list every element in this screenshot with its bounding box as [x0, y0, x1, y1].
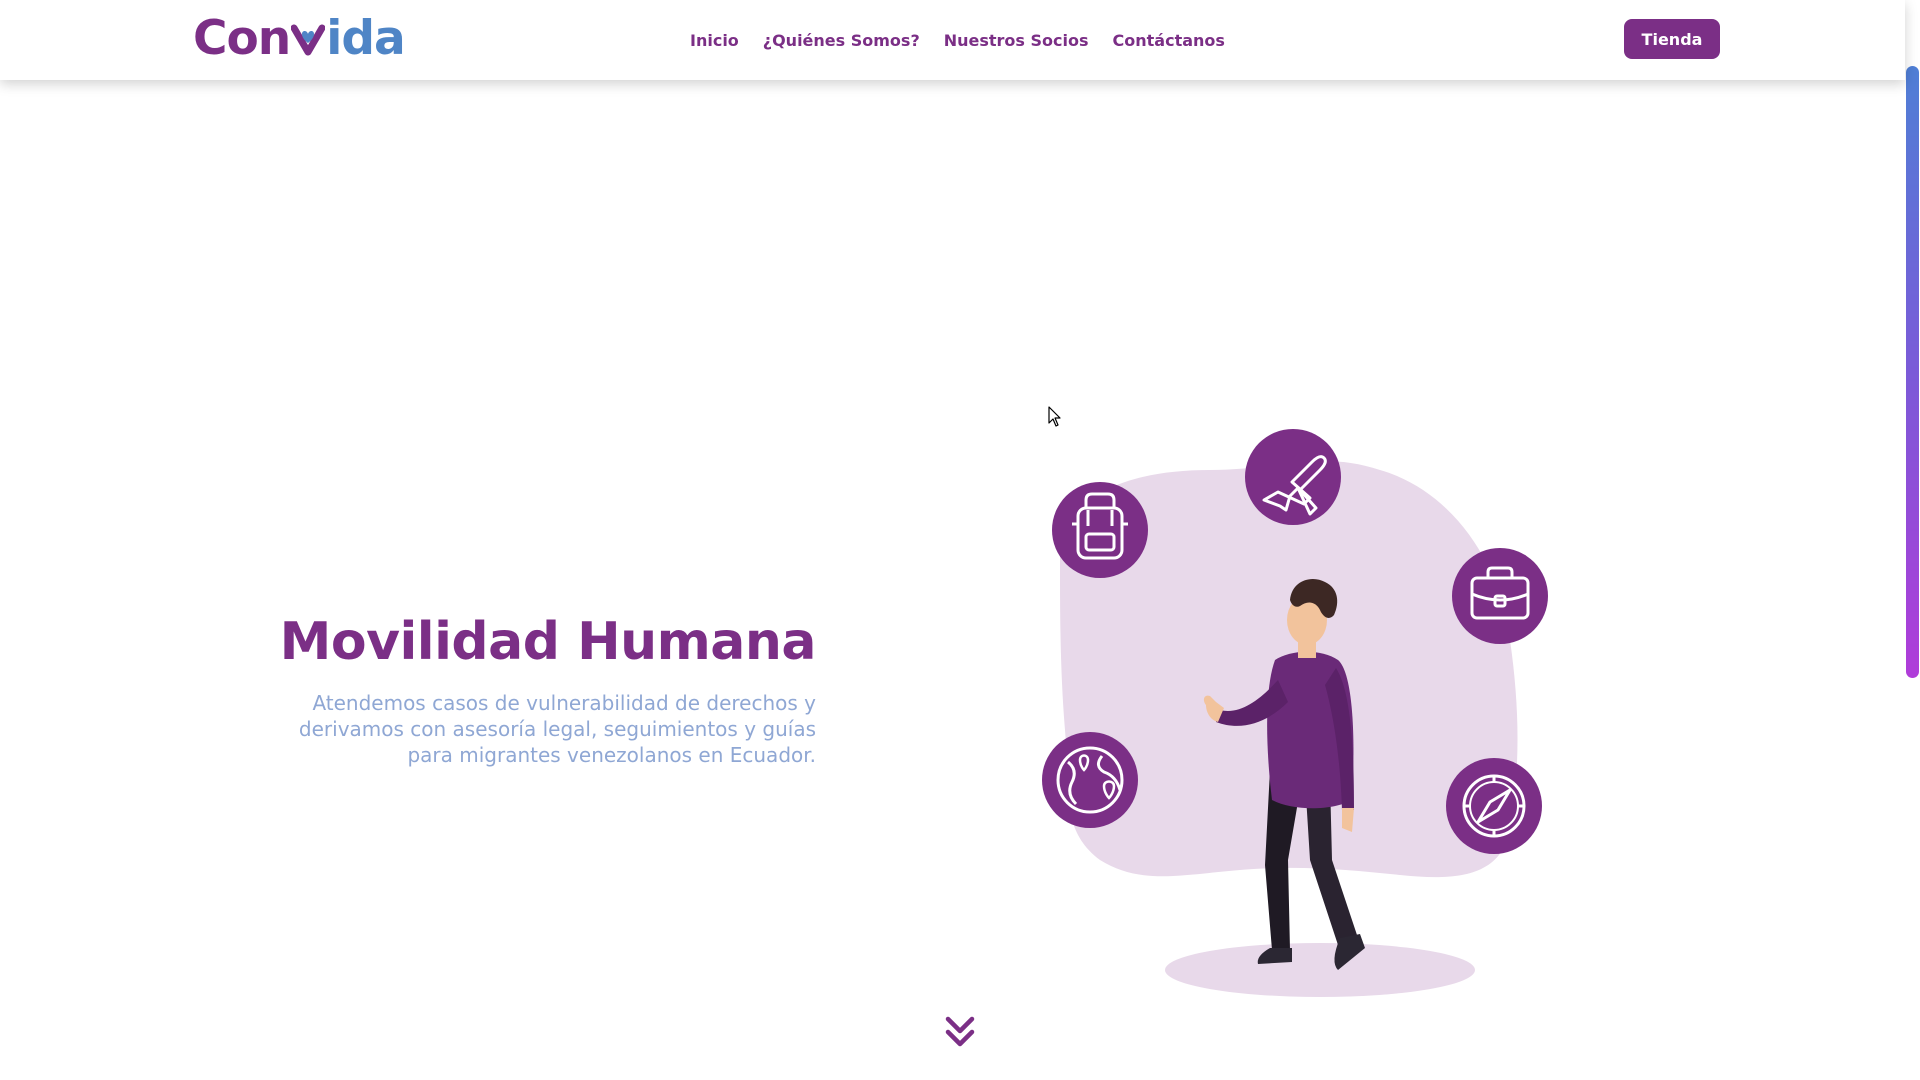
migration-illustration	[1042, 429, 1548, 997]
tienda-button[interactable]: Tienda	[1624, 19, 1720, 59]
hero-title: Movilidad Humana	[279, 612, 817, 672]
nav-inicio[interactable]: Inicio	[690, 31, 739, 50]
hero-description: Atendemos casos de vulnerabilidad de der…	[298, 691, 816, 767]
main-nav: Inicio ¿Quiénes Somos? Nuestros Socios C…	[690, 0, 1225, 80]
site-header: Con ida Inicio ¿Quiénes Somos? Nuestros …	[0, 0, 1905, 80]
globe-pin-icon	[1042, 732, 1138, 828]
floor-shadow	[1165, 943, 1475, 997]
chevron-double-down-icon[interactable]	[944, 1015, 976, 1049]
mouse-cursor-icon	[1048, 406, 1061, 427]
heart-v-logo-mark	[291, 24, 326, 56]
briefcase-icon	[1452, 548, 1548, 644]
backpack-icon	[1052, 482, 1148, 578]
convida-logo[interactable]: Con ida	[193, 10, 406, 66]
nav-quienes-somos[interactable]: ¿Quiénes Somos?	[763, 31, 920, 50]
scrollbar-thumb[interactable]	[1906, 66, 1919, 678]
nav-nuestros-socios[interactable]: Nuestros Socios	[944, 31, 1089, 50]
airplane-icon	[1245, 429, 1341, 525]
nav-contactanos[interactable]: Contáctanos	[1113, 31, 1225, 50]
compass-icon	[1446, 758, 1542, 854]
